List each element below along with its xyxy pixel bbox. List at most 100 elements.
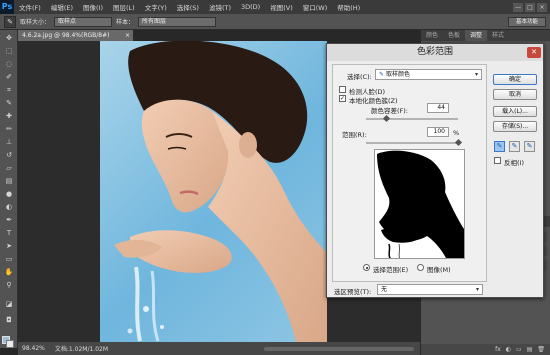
cancel-button[interactable]: 取消 [493,89,537,100]
selection-preview[interactable] [374,149,465,259]
brush-tool-icon[interactable]: ✏ [3,125,15,134]
tab-adjustments[interactable]: 调整 [465,30,488,41]
group-icon[interactable]: ▭ [516,344,522,355]
document-close-icon[interactable]: × [125,30,130,41]
trash-icon[interactable]: 🗑 [537,344,545,355]
marquee-tool-icon[interactable]: ⬚ [3,47,15,56]
dialog-close-button[interactable]: ✕ [527,47,541,58]
menu-image[interactable]: 图像(I) [78,2,108,12]
crop-tool-icon[interactable]: ⌗ [3,86,15,95]
fuzziness-slider[interactable] [366,118,458,120]
range-slider-knob[interactable] [454,138,462,147]
invert-label: 反相(I) [504,159,524,167]
tools-panel: ✥ ⬚ ◌ ✐ ⌗ ✎ ✚ ✏ ⊥ ↺ ▱ ▤ ● ◐ ✒ T ➤ ▭ ✋ ⚲ … [0,30,18,348]
minimize-button[interactable]: — [513,2,523,12]
maximize-button[interactable]: □ [525,2,535,12]
load-button[interactable]: 载入(L)... [493,106,537,117]
eyedropper-icon[interactable]: ✎ [494,141,505,152]
tab-styles[interactable]: 样式 [487,30,509,41]
chevron-down-icon: ▾ [475,286,479,293]
select-label: 选择(C): [347,73,372,81]
menu-file[interactable]: 文件(F) [14,2,46,12]
color-panel-tabs: 颜色 色板 调整 样式 [421,30,550,41]
menu-edit[interactable]: 编辑(E) [46,2,78,12]
shape-tool-icon[interactable]: ▭ [3,255,15,264]
dodge-tool-icon[interactable]: ◐ [3,203,15,212]
menu-filter[interactable]: 滤镜(T) [204,2,236,12]
new-layer-icon[interactable]: ▤ [527,344,533,355]
gradient-tool-icon[interactable]: ▤ [3,177,15,186]
background-color-swatch[interactable] [6,340,14,348]
menu-3d[interactable]: 3D(D) [236,3,265,11]
selection-mask-thumbnail [375,150,464,258]
close-window-button[interactable]: × [537,2,547,12]
window-controls: — □ × [513,2,550,12]
quick-mask-icon[interactable]: ◘ [3,316,15,325]
document-tab[interactable]: 4.6.2a.jpg @ 98.4%(RGB/8#) × [18,30,133,41]
horizontal-scrollbar[interactable] [264,346,414,351]
zoom-level[interactable]: 98.42% [22,345,45,352]
select-dropdown-value: 取样颜色 [385,71,410,78]
eyedropper-tool-icon[interactable]: ✎ [3,99,15,108]
fuzziness-label: 颜色容差(F): [371,107,409,115]
dialog-options-group: 选择(C): ✎ 取样颜色 ▾ 检测人脸(D) ✓ 本地化颜色簇(Z) 颜色容差… [332,64,487,282]
range-label: 范围(R): [342,131,367,139]
localized-clusters-checkbox[interactable]: ✓ [339,95,346,102]
quick-select-tool-icon[interactable]: ✐ [3,73,15,82]
color-range-dialog: 色彩范围 ✕ 选择(C): ✎ 取样颜色 ▾ 检测人脸(D) ✓ 本地化颜色簇(… [326,43,544,298]
eyedropper-tool-preset-icon[interactable]: ✎ [4,15,16,28]
clone-stamp-tool-icon[interactable]: ⊥ [3,138,15,147]
radio-selection[interactable] [363,264,370,271]
zoom-tool-icon[interactable]: ⚲ [3,281,15,290]
radio-image[interactable] [417,264,424,271]
eyedropper-icon: ✎ [379,71,385,78]
move-tool-icon[interactable]: ✥ [3,34,15,43]
range-unit: % [453,129,460,137]
default-colors-icon[interactable]: ◪ [3,300,15,309]
workspace-button[interactable]: 基本功能 [508,16,546,27]
tab-swatches[interactable]: 色板 [443,30,465,41]
fuzziness-slider-knob[interactable] [382,114,390,123]
photoshop-logo: Ps [0,0,14,14]
pen-tool-icon[interactable]: ✒ [3,216,15,225]
eyedropper-plus-icon[interactable]: ✎ [509,141,520,152]
lasso-tool-icon[interactable]: ◌ [3,60,15,69]
fx-icon[interactable]: fx [495,344,501,355]
path-select-tool-icon[interactable]: ➤ [3,242,15,251]
menu-bar: Ps 文件(F) 编辑(E) 图像(I) 图层(L) 文字(Y) 选择(S) 滤… [0,0,550,14]
status-bar: 98.42% 文档:1.02M/1.02M [18,342,420,355]
save-button[interactable]: 存储(S)... [493,121,537,132]
type-tool-icon[interactable]: T [3,229,15,238]
ok-button[interactable]: 确定 [493,74,537,85]
menu-window[interactable]: 窗口(W) [298,2,333,12]
menu-help[interactable]: 帮助(H) [332,2,365,12]
menu-view[interactable]: 视图(V) [265,2,298,12]
hand-tool-icon[interactable]: ✋ [3,268,15,277]
menu-type[interactable]: 文字(Y) [140,2,172,12]
range-slider[interactable] [366,142,458,144]
dialog-title: 色彩范围 [327,44,543,61]
sample-style-label: 样本： [116,19,135,26]
detect-faces-checkbox[interactable] [339,86,346,93]
chevron-down-icon: ▾ [474,71,478,78]
sample-size-select[interactable]: 取样点 [54,16,113,27]
select-dropdown[interactable]: ✎ 取样颜色 ▾ [375,69,482,80]
document-image[interactable] [100,41,327,342]
tab-color[interactable]: 颜色 [421,30,443,41]
adjustment-layer-icon[interactable]: ◐ [506,344,511,355]
menu-layer[interactable]: 图层(L) [108,2,140,12]
sample-size-label: 取样大小： [20,19,51,26]
sample-layers-select[interactable]: 所有图层 [138,16,217,27]
healing-brush-tool-icon[interactable]: ✚ [3,112,15,121]
fuzziness-input[interactable]: 44 [427,103,449,113]
eyedropper-minus-icon[interactable]: ✎ [524,141,535,152]
menu-select[interactable]: 选择(S) [172,2,204,12]
range-input[interactable]: 100 [427,127,449,137]
eraser-tool-icon[interactable]: ▱ [3,164,15,173]
woman-washing-face-photo [114,41,327,342]
history-brush-tool-icon[interactable]: ↺ [3,151,15,160]
invert-checkbox[interactable] [494,157,501,164]
selection-preview-dropdown[interactable]: 无 ▾ [377,284,483,295]
selection-preview-value: 无 [381,286,388,293]
blur-tool-icon[interactable]: ● [3,190,15,199]
